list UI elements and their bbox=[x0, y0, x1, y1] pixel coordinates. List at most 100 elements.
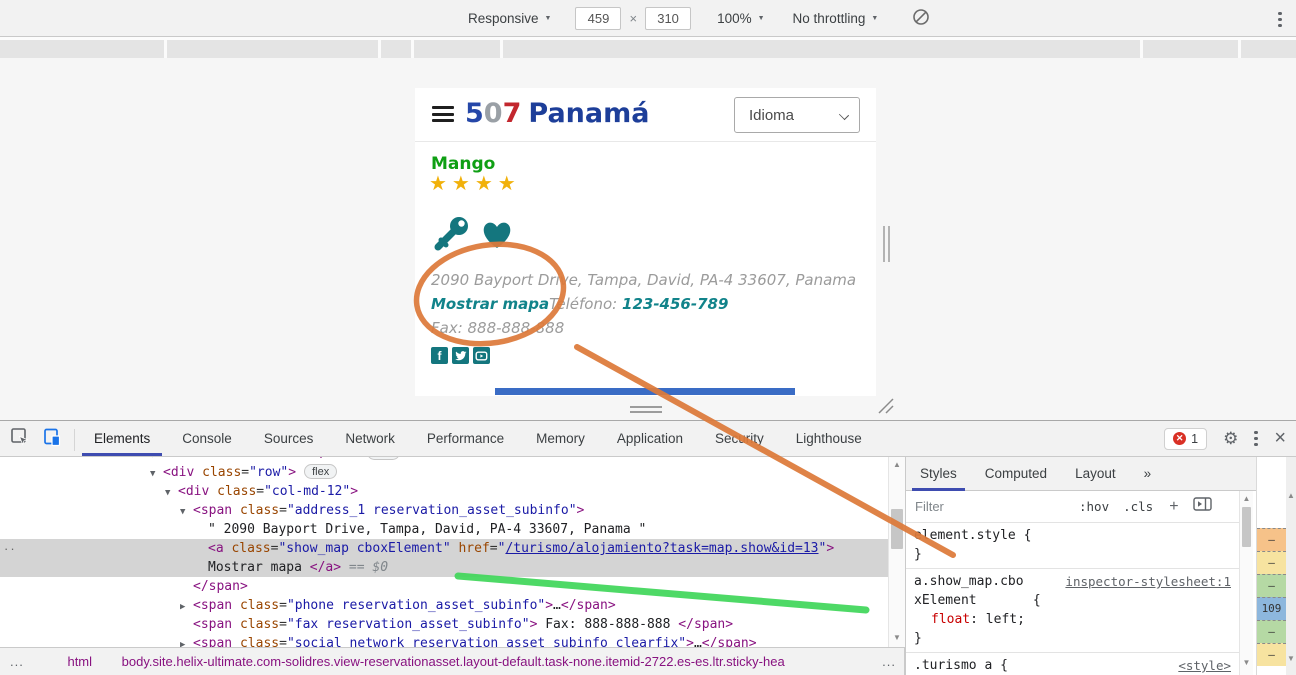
throttling-label: No throttling bbox=[793, 11, 866, 26]
css-selector[interactable]: element.style bbox=[914, 526, 1016, 545]
scrollbar-thumb[interactable] bbox=[1242, 507, 1251, 547]
elements-tree-inner: ▼<div class="row-m"></div>flex▼<div clas… bbox=[0, 457, 888, 647]
breadcrumb-overflow-left[interactable]: ... bbox=[10, 654, 24, 669]
devtools-tab-application[interactable]: Application bbox=[601, 421, 699, 456]
carousel-scrollbar[interactable] bbox=[495, 388, 795, 395]
attribute-link[interactable]: /turismo/alojamiento?task=map.show&id=13 bbox=[505, 541, 818, 556]
styles-filter-input[interactable] bbox=[915, 499, 1065, 514]
devtools-tab-elements[interactable]: Elements bbox=[78, 421, 166, 456]
elements-scrollbar[interactable]: ▲ ▼ bbox=[888, 457, 905, 647]
styles-filter-bar: :hov .cls + bbox=[906, 491, 1239, 523]
scroll-down-icon[interactable]: ▼ bbox=[889, 633, 905, 642]
scroll-marker[interactable]: – bbox=[1257, 551, 1286, 574]
breadcrumb-overflow-right[interactable]: ... bbox=[878, 648, 896, 675]
scroll-down-icon[interactable]: ▼ bbox=[1286, 654, 1296, 663]
device-type-select[interactable]: Responsive ▼ bbox=[468, 11, 551, 26]
dom-tree-row[interactable]: Mostrar mapa </a> == $0 bbox=[0, 558, 888, 577]
sidebar-tab-styles[interactable]: Styles bbox=[906, 457, 971, 491]
stylesheet-source-link[interactable]: <style> bbox=[1178, 656, 1231, 675]
scroll-down-icon[interactable]: ▼ bbox=[1240, 658, 1253, 667]
dom-tree-row[interactable]: ▶<span class="phone reservation_asset_su… bbox=[0, 596, 888, 615]
sidebar-tab-more[interactable]: » bbox=[1130, 457, 1166, 491]
dom-tree-row[interactable]: <span class="fax reservation_asset_subin… bbox=[0, 615, 888, 634]
devtools-tab-memory[interactable]: Memory bbox=[520, 421, 601, 456]
error-count-badge[interactable]: ✕ 1 bbox=[1164, 428, 1207, 450]
scroll-marker[interactable]: – bbox=[1257, 643, 1286, 666]
new-style-rule-icon[interactable]: + bbox=[1169, 498, 1178, 516]
flex-badge[interactable]: flex bbox=[304, 464, 337, 479]
scroll-up-icon[interactable]: ▲ bbox=[1240, 494, 1253, 503]
sidebar-tab-layout[interactable]: Layout bbox=[1061, 457, 1130, 491]
code-token: class bbox=[232, 636, 279, 647]
twitter-icon[interactable] bbox=[452, 347, 469, 364]
show-map-link[interactable]: Mostrar mapa bbox=[431, 295, 549, 313]
devtools-tab-lighthouse[interactable]: Lighthouse bbox=[780, 421, 878, 456]
devtools-overflow-menu-icon[interactable] bbox=[1254, 428, 1258, 449]
facebook-icon[interactable]: f bbox=[431, 347, 448, 364]
throttling-select[interactable]: No throttling ▼ bbox=[793, 11, 879, 26]
expand-arrow-icon[interactable]: ▼ bbox=[180, 503, 193, 522]
zoom-select[interactable]: 100% ▼ bbox=[717, 11, 764, 26]
inspect-element-icon[interactable] bbox=[10, 427, 30, 452]
viewport-resize-handle-bottom[interactable] bbox=[630, 406, 662, 416]
expand-arrow-icon[interactable]: ▼ bbox=[165, 484, 178, 503]
scroll-up-icon[interactable]: ▲ bbox=[889, 460, 905, 469]
toolbar-overflow-menu-icon[interactable] bbox=[1278, 9, 1282, 30]
toggle-device-toolbar-icon[interactable] bbox=[42, 427, 62, 452]
window-scrollbar[interactable]: ▲ ▼ bbox=[1286, 457, 1296, 675]
css-selector[interactable]: .turismo a bbox=[914, 656, 992, 675]
scroll-marker[interactable]: 109 bbox=[1257, 597, 1286, 620]
dom-tree-row[interactable]: ▶<span class="social_network reservation… bbox=[0, 634, 888, 647]
scroll-up-icon[interactable]: ▲ bbox=[1286, 491, 1296, 500]
breadcrumb-body[interactable]: body.site.helix-ultimate.com-solidres.vi… bbox=[122, 654, 785, 669]
devtools-tab-network[interactable]: Network bbox=[329, 421, 411, 456]
scroll-marker[interactable]: – bbox=[1257, 574, 1286, 597]
devtools-tab-performance[interactable]: Performance bbox=[411, 421, 520, 456]
dom-tree-row[interactable]: " 2090 Bayport Drive, Tampa, David, PA-4… bbox=[0, 520, 888, 539]
language-select[interactable]: Idioma bbox=[734, 97, 860, 133]
rotate-viewport-icon[interactable] bbox=[912, 8, 930, 29]
breadcrumb-html[interactable]: html bbox=[67, 654, 92, 669]
expand-arrow-icon[interactable]: ▼ bbox=[150, 465, 163, 484]
devtools-tab-bar: ElementsConsoleSourcesNetworkPerformance… bbox=[0, 421, 1296, 457]
browser-page-area: 507Panamá Idioma Mango ★★★★ 2090 Bayport… bbox=[0, 37, 1296, 420]
flex-badge[interactable]: flex bbox=[367, 457, 400, 460]
stylesheet-source-link[interactable]: inspector-stylesheet:1 bbox=[1065, 572, 1231, 591]
phone-number[interactable]: 123-456-789 bbox=[622, 295, 728, 313]
code-token: class bbox=[224, 541, 271, 556]
youtube-icon[interactable] bbox=[473, 347, 490, 364]
code-token: "fax reservation_asset_subinfo" bbox=[287, 617, 530, 632]
devtools-tab-sources[interactable]: Sources bbox=[248, 421, 330, 456]
computed-panel-toggle-icon[interactable] bbox=[1193, 497, 1212, 516]
code-token: "phone reservation_asset_subinfo" bbox=[287, 598, 545, 613]
toggle-pseudo-class-button[interactable]: :hov bbox=[1079, 499, 1109, 514]
scrollbar-thumb[interactable] bbox=[891, 509, 903, 549]
hamburger-menu-icon[interactable] bbox=[432, 106, 454, 126]
site-logo[interactable]: 507Panamá bbox=[465, 98, 649, 129]
scroll-marker[interactable]: – bbox=[1257, 620, 1286, 643]
viewport-width-input[interactable] bbox=[575, 7, 621, 30]
toggle-class-button[interactable]: .cls bbox=[1123, 499, 1153, 514]
dom-tree-row[interactable]: ▼<div class="col-md-12"> bbox=[0, 482, 888, 501]
scroll-marker[interactable]: – bbox=[1257, 528, 1286, 551]
styles-scrollbar[interactable]: ▲ ▼ bbox=[1239, 491, 1253, 675]
close-icon[interactable]: × bbox=[1274, 427, 1286, 450]
devtools-tab-console[interactable]: Console bbox=[166, 421, 248, 456]
dom-tree-row[interactable]: ▼<div class="row">flex bbox=[0, 463, 888, 482]
sidebar-tab-computed[interactable]: Computed bbox=[971, 457, 1061, 491]
viewport-height-input[interactable] bbox=[645, 7, 691, 30]
code-token: = bbox=[490, 541, 498, 556]
dom-tree-row[interactable]: ▼<span class="address_1 reservation_asse… bbox=[0, 501, 888, 520]
css-selector[interactable]: a.show_map.cboxElement bbox=[914, 572, 1025, 610]
settings-gear-icon[interactable]: ⚙ bbox=[1223, 429, 1238, 449]
expand-arrow-icon[interactable]: ▶ bbox=[180, 636, 193, 647]
dom-tree-row[interactable]: <a class="show_map cboxElement" href="/t… bbox=[0, 539, 888, 558]
viewport-resize-handle-right[interactable] bbox=[883, 226, 893, 267]
css-property[interactable]: float: left; bbox=[914, 610, 1231, 629]
dimension-times-label: × bbox=[629, 11, 637, 26]
site-header: 507Panamá Idioma bbox=[415, 88, 876, 142]
code-token: </span> bbox=[702, 636, 757, 647]
devtools-tab-security[interactable]: Security bbox=[699, 421, 780, 456]
dom-tree-row[interactable]: </span> bbox=[0, 577, 888, 596]
viewport-resize-handle-corner[interactable] bbox=[878, 398, 894, 419]
